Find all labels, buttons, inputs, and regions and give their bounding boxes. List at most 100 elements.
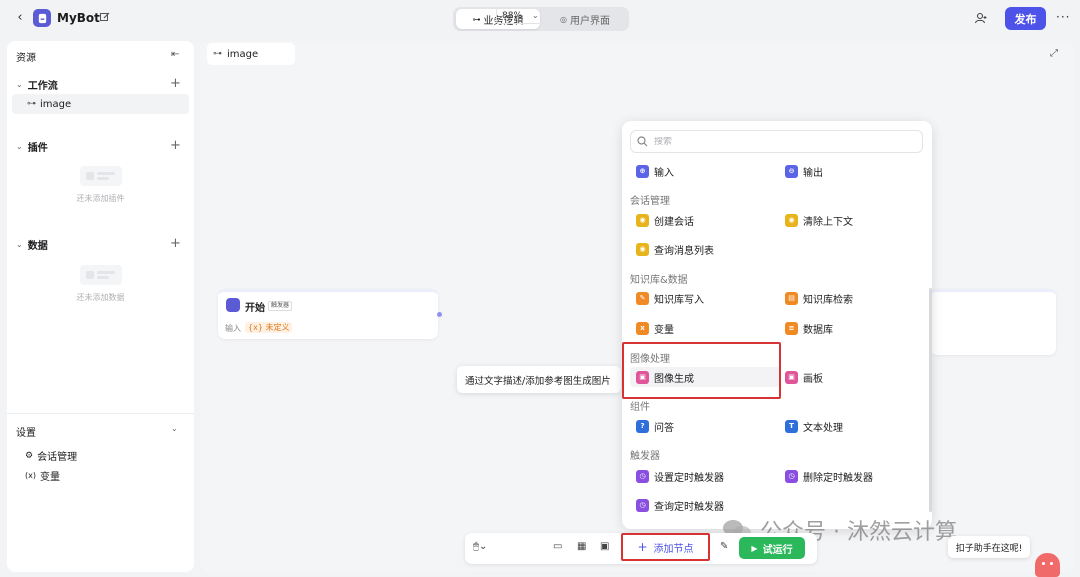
tag-label: 未定义 [265, 323, 290, 332]
clock-icon: ◷ [785, 469, 798, 483]
node-label: 创建会话 [654, 216, 694, 228]
node-label: 查询定时触发器 [654, 501, 724, 513]
section-data[interactable]: ⌄ 数据 [16, 237, 48, 252]
node-item-input[interactable]: ⊕ 输入 [636, 161, 674, 181]
question-icon: ? [636, 419, 649, 433]
grid-layout-icon[interactable]: ▦ [577, 541, 586, 552]
node-item-create-conversation[interactable]: ◉ 创建会话 [636, 210, 694, 230]
panel-scrollbar[interactable] [929, 288, 932, 512]
node-item-output[interactable]: ⊖ 输出 [785, 161, 823, 181]
collapse-sidebar-icon[interactable]: ⇤ [171, 49, 179, 60]
minimap-icon[interactable]: ▣ [600, 541, 609, 552]
chevron-down-icon: ⌄ [16, 240, 23, 249]
section-plugins[interactable]: ⌄ 插件 [16, 139, 48, 154]
assistant-bubble[interactable]: 扣子助手在这呢! [948, 536, 1030, 558]
settings-header[interactable]: 设置 [16, 424, 36, 439]
search-icon [637, 136, 648, 147]
section-label: 插件 [27, 143, 48, 154]
node-search[interactable] [630, 130, 923, 153]
section-workflow[interactable]: ⌄ 工作流 [16, 77, 58, 92]
node-item-query-messages[interactable]: ◉ 查询消息列表 [636, 239, 714, 259]
publish-button[interactable]: 发布 [1005, 7, 1046, 30]
empty-text: 还未添加插件 [76, 194, 125, 203]
chevron-down-icon: ⌄ [16, 80, 23, 89]
sidebar-item-image[interactable]: ⊶ image [12, 94, 189, 114]
node-label: 输入 [654, 167, 674, 179]
node-item-canvas-board[interactable]: ▣ 画板 [785, 367, 823, 387]
test-run-button[interactable]: ▶ 试运行 [739, 537, 805, 559]
chevron-down-icon[interactable]: ⌄ [171, 424, 178, 433]
node-item-text-processing[interactable]: T 文本处理 [785, 416, 843, 436]
node-item-clear-context[interactable]: ◉ 清除上下文 [785, 210, 853, 230]
variable-prefix: {x} [248, 323, 263, 332]
play-icon: ▶ [751, 543, 758, 553]
tool-icon[interactable]: ✎ [720, 541, 728, 552]
text-icon: T [785, 419, 798, 433]
empty-placeholder-icon [79, 166, 122, 186]
node-label: 查询消息列表 [654, 245, 714, 257]
category-knowledge-data: 知识库&数据 [630, 275, 688, 286]
highlight-box-image-processing [622, 342, 781, 399]
search-input[interactable] [654, 136, 894, 147]
output-port[interactable] [437, 312, 442, 317]
node-item-knowledge-search[interactable]: ▤ 知识库检索 [785, 288, 853, 308]
node-item-qa[interactable]: ? 问答 [636, 416, 674, 436]
start-node[interactable]: 开始 触发器 输入 {x} 未定义 [218, 289, 438, 339]
test-run-label: 试运行 [762, 544, 793, 556]
add-data-button[interactable]: + [170, 237, 181, 250]
node-item-database[interactable]: ≡ 数据库 [785, 318, 833, 338]
input-node-icon: ⊕ [636, 164, 649, 178]
board-icon: ▣ [785, 370, 798, 384]
canvas-tab-label: image [227, 48, 259, 60]
node-item-set-trigger[interactable]: ◷ 设置定时触发器 [636, 466, 724, 486]
bot-name: MyBot [57, 11, 100, 25]
data-empty-state: 还未添加数据 [7, 265, 194, 303]
workflow-icon: ⊶ [213, 49, 222, 59]
settings-item-conversation[interactable]: ⚙ 会话管理 [25, 448, 77, 464]
node-label: 数据库 [803, 324, 833, 336]
node-tooltip: 通过文字描述/添加参考图生成图片 [457, 366, 621, 393]
palette-icon: ◎ [560, 14, 567, 24]
back-arrow-icon[interactable]: ‹ [12, 10, 28, 26]
chevron-down-icon: ⌄ [532, 11, 539, 20]
node-label: 变量 [654, 324, 674, 336]
zoom-value: 88% [502, 10, 523, 21]
zoom-select[interactable]: 88% ⌄ [496, 7, 546, 24]
tab-label: 用户界面 [569, 15, 610, 27]
flow-icon: ⊶ [472, 14, 481, 24]
node-item-knowledge-write[interactable]: ✎ 知识库写入 [636, 288, 704, 308]
knowledge-write-icon: ✎ [636, 291, 649, 305]
plugins-empty-state: 还未添加插件 [7, 166, 194, 204]
sidebar-item-label: image [40, 98, 72, 110]
knowledge-search-icon: ▤ [785, 291, 798, 305]
canvas-tab-image[interactable]: ⊶ image [207, 43, 295, 65]
add-workflow-button[interactable]: + [170, 77, 181, 90]
node-item-variable[interactable]: x 变量 [636, 318, 674, 338]
bot-logo-icon [38, 13, 46, 23]
edit-icon[interactable] [99, 11, 111, 23]
divider [7, 413, 194, 414]
settings-item-variable[interactable]: (x) 变量 [25, 468, 60, 483]
mouse-mode-icon[interactable]: 🖱⌄ [473, 541, 487, 552]
add-node-label: 添加节点 [653, 543, 694, 555]
add-node-panel: ⊕ 输入 ⊖ 输出 会话管理 ◉ 创建会话 ◉ 清除上下文 ◉ 查询消息列表 知识库&数据… [622, 121, 932, 529]
collaborator-icon[interactable] [974, 11, 988, 25]
tab-user-interface[interactable]: ◎ 用户界面 [543, 9, 627, 29]
section-label: 数据 [27, 241, 48, 252]
more-menu-icon[interactable]: ··· [1056, 10, 1070, 24]
clock-icon: ◷ [636, 469, 649, 483]
add-node-button[interactable]: + 添加节点 [621, 533, 710, 561]
node-item-query-trigger[interactable]: ◷ 查询定时触发器 [636, 495, 724, 515]
node-item-delete-trigger[interactable]: ◷ 删除定时触发器 [785, 466, 873, 486]
node-label: 文本处理 [803, 422, 843, 434]
fullscreen-icon[interactable]: ⤢ [1050, 48, 1058, 59]
node-label: 问答 [654, 422, 674, 434]
add-plugin-button[interactable]: + [170, 139, 181, 152]
end-node[interactable] [930, 289, 1056, 355]
node-label: 知识库检索 [803, 294, 853, 306]
comment-icon[interactable]: ▭ [553, 541, 562, 552]
node-label: 设置定时触发器 [654, 472, 724, 484]
input-label: 输入 [225, 324, 241, 333]
assistant-mascot-icon[interactable] [1035, 553, 1060, 577]
bot-avatar [33, 9, 51, 27]
